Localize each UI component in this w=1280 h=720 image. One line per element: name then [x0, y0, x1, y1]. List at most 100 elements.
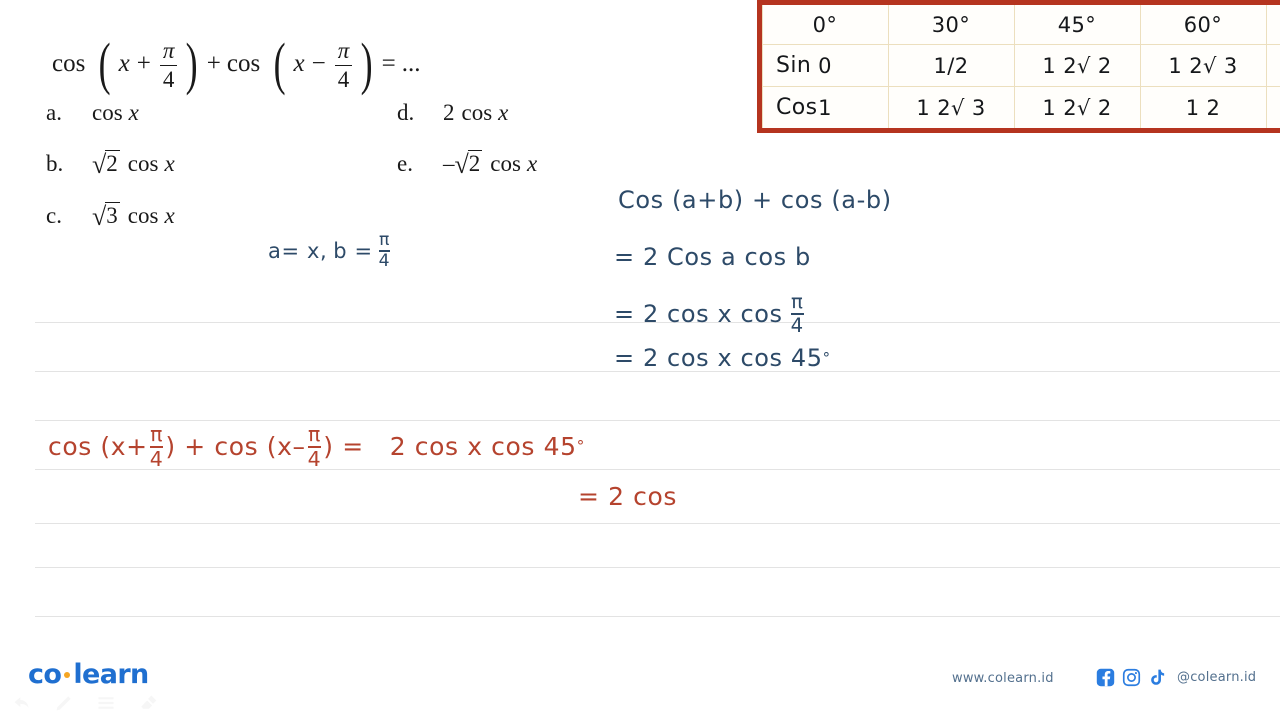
radical-sign: √ [92, 150, 107, 179]
footer-website-url[interactable]: www.colearn.id [952, 671, 1054, 686]
editor-toolbar[interactable] [12, 693, 158, 711]
paren-open-1: ( [99, 31, 111, 97]
cos-60: 1 2 [1139, 86, 1267, 128]
option-a-fn: cos [92, 100, 123, 125]
option-c-radicand: 3 [105, 202, 120, 228]
option-e[interactable]: e. – √ 2 cos x [397, 150, 538, 178]
radical-sign: √ [1076, 53, 1091, 78]
fraction-pi-over-4-1: π 4 [159, 38, 178, 92]
sqrt-glyph: √ 2 [455, 150, 483, 178]
option-d-label: d. [397, 100, 415, 125]
rule-line [35, 469, 1280, 470]
question-expression: cos ( x + π 4 ) + cos ( x − π 4 ) = ... [52, 31, 420, 97]
option-e-radicand: 2 [467, 150, 483, 176]
blue-work-line-2: = 2 Cos a cos b [614, 243, 811, 271]
option-d-coef: 2 [443, 100, 455, 125]
option-c-var: x [164, 203, 175, 229]
angle-header-0: 0° [761, 5, 889, 46]
radical-sign: √ [92, 202, 107, 231]
sqrt-glyph: √ 3 [951, 96, 986, 120]
sin-30-den: 2 [954, 53, 969, 78]
question-plus: + [136, 50, 151, 78]
angle-header-90: 90° [1265, 5, 1280, 46]
option-a-var: x [128, 100, 139, 125]
rule-line [35, 616, 1280, 617]
table-row-sin: Sin 0 1/2 1 2 √ 2 1 2 √ 3 [761, 44, 1280, 88]
paren-close-1: ) [186, 31, 199, 97]
option-c[interactable]: c. √ 3 cos x [46, 202, 175, 231]
question-cos-2: cos [226, 50, 261, 78]
question-var-2: x [293, 50, 305, 78]
facebook-icon[interactable] [1096, 668, 1115, 687]
option-e-sign: – [443, 151, 455, 177]
logo-dot-icon [64, 671, 71, 678]
radical-sign: √ [1202, 53, 1217, 78]
option-a[interactable]: a. cos x [46, 100, 139, 126]
paren-close-2: ) [360, 31, 373, 97]
option-b-var: x [164, 151, 175, 177]
pi-symbol: π [162, 38, 175, 63]
option-c-fn: cos [127, 203, 159, 229]
fraction-bar [159, 64, 178, 67]
question-plus-middle: + [206, 50, 221, 78]
sin-30-num: 1 [933, 53, 948, 78]
instagram-icon[interactable] [1122, 668, 1141, 687]
sqrt-glyph: √ 3 [92, 202, 120, 231]
option-e-var: x [526, 151, 538, 177]
option-c-label: c. [46, 203, 62, 229]
cos-30: 1 2 √ 3 [887, 86, 1015, 128]
fraction-pi-over-4: π 4 [790, 290, 804, 337]
half-fraction: 1 2 [1168, 53, 1203, 78]
angle-header-45: 45° [1013, 5, 1141, 46]
half-fraction: 1 2 [1185, 95, 1221, 120]
fraction-bar [334, 64, 353, 67]
rule-line [35, 567, 1280, 568]
degree-symbol: ° [576, 436, 585, 455]
substitution-comma: , [319, 239, 328, 264]
trig-reference-table: 0° 30° 45° 60° 90° Sin 0 1/2 1 [757, 0, 1280, 133]
half-fraction: 1 2 [1042, 53, 1077, 78]
logo-text-co: co [28, 659, 62, 690]
half-fraction: 1 2 [1042, 95, 1077, 120]
option-b-label: b. [46, 151, 64, 177]
table-row-cos: Cos 1 1 2 √ 3 1 2 √ 2 1 2 [761, 86, 1280, 128]
cos-30-radicand: 3 [971, 95, 986, 120]
cos-45-radicand: 2 [1097, 95, 1112, 120]
fraction-pi-over-4: π 4 [378, 230, 391, 272]
question-minus: − [311, 50, 326, 78]
undo-icon[interactable] [12, 693, 32, 711]
pen-icon[interactable] [54, 693, 74, 711]
sqrt-glyph: √ 2 [1077, 54, 1112, 78]
fraction-pi-over-4: π 4 [149, 422, 164, 471]
sin-90: 1 [1265, 44, 1280, 88]
red-work-line-2: = 2 cos [578, 482, 678, 511]
sin-30: 1/2 [887, 44, 1015, 88]
substitution-b: b = [333, 239, 373, 264]
eraser-icon[interactable] [138, 693, 158, 711]
option-b[interactable]: b. √ 2 cos x [46, 150, 175, 179]
sqrt-glyph: √ 3 [1203, 54, 1238, 78]
fraction-pi-over-4-2: π 4 [334, 38, 353, 92]
blue-work-line-4: = 2 cos x cos 45 ° [614, 344, 831, 372]
question-equals: = [381, 50, 396, 78]
option-d[interactable]: d. 2 cos x [397, 100, 508, 126]
paren-open-2: ( [273, 31, 286, 97]
lines-icon[interactable] [96, 693, 116, 711]
footer-social-links[interactable]: @colearn.id [1096, 668, 1256, 687]
question-var-1: x [118, 50, 130, 78]
sin-60-radicand: 3 [1223, 53, 1238, 78]
tiktok-icon[interactable] [1148, 668, 1167, 687]
blue-work-line-1: Cos (a+b) + cos (a-b) [618, 186, 892, 214]
option-d-var: x [498, 100, 509, 125]
sin-60: 1 2 √ 3 [1139, 44, 1267, 88]
worksheet-page: cos ( x + π 4 ) + cos ( x − π 4 ) = ... … [0, 0, 1280, 720]
option-b-radicand: 2 [105, 150, 120, 176]
option-e-fn: cos [490, 151, 521, 177]
rule-line [35, 420, 1280, 421]
denominator: 4 [162, 66, 175, 92]
option-d-fn: cos [461, 100, 493, 125]
logo-text-learn: learn [73, 659, 149, 690]
option-b-fn: cos [127, 151, 159, 177]
footer-social-handle[interactable]: @colearn.id [1177, 670, 1256, 685]
fraction-pi-over-4: π 4 [307, 422, 322, 471]
